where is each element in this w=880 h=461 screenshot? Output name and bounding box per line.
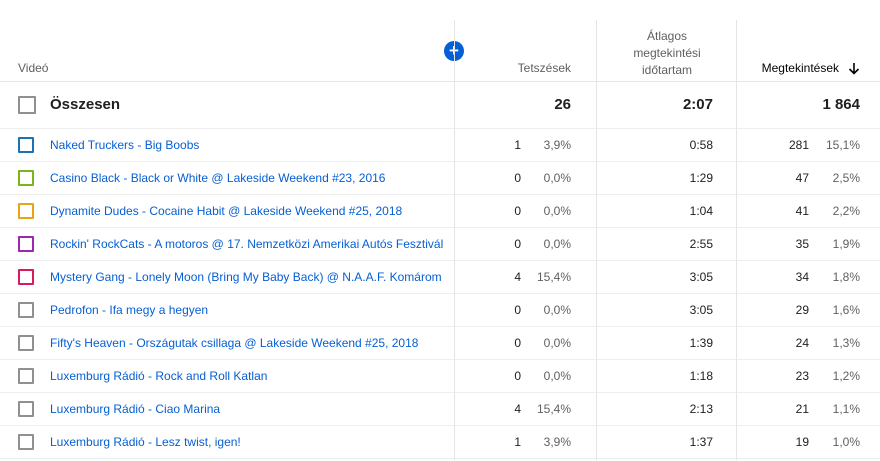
row-checkbox[interactable] <box>18 335 34 351</box>
table-row: Fifty's Heaven - Országutak csillaga @ L… <box>0 327 880 360</box>
video-title-link[interactable]: Luxemburg Rádió - Ciao Marina <box>50 402 448 416</box>
column-header-video: Videó <box>18 61 49 75</box>
likes-count: 0 <box>514 237 521 251</box>
table-row: Luxemburg Rádió - Rock and Roll Katlan 0 0… <box>0 360 880 393</box>
table-row: Luxemburg Rádió - Ciao Marina 4 15,4% 2:13 2… <box>0 393 880 426</box>
video-title-link[interactable]: Luxemburg Rádió - Rock and Roll Katlan <box>50 369 448 383</box>
likes-count: 0 <box>514 204 521 218</box>
video-title-link[interactable]: Mystery Gang - Lonely Moon (Bring My Bab… <box>50 270 448 284</box>
views-percent: 1,2% <box>832 369 860 383</box>
avg-view-duration: 1:37 <box>689 435 713 449</box>
likes-percent: 0,0% <box>543 336 571 350</box>
likes-percent: 15,4% <box>536 270 571 284</box>
likes-count: 0 <box>514 171 521 185</box>
likes-percent: 0,0% <box>543 171 571 185</box>
video-title-link[interactable]: Fifty's Heaven - Országutak csillaga @ L… <box>50 336 448 350</box>
column-header-views[interactable]: Megtekintések <box>762 61 860 75</box>
table-row: Casino Black - Black or White @ Lakeside… <box>0 162 880 195</box>
views-percent: 1,1% <box>832 402 860 416</box>
table-row: Mystery Gang - Lonely Moon (Bring My Bab… <box>0 261 880 294</box>
table-header: Videó + Tetszések Átlagos megtekintési i… <box>0 20 880 82</box>
views-count: 29 <box>795 303 809 317</box>
table-row: Rockin' RockCats - A motoros @ 17. Nemze… <box>0 228 880 261</box>
likes-percent: 3,9% <box>543 435 571 449</box>
column-header-avg-view-duration[interactable]: Átlagos megtekintési időtartam <box>597 28 737 79</box>
arrow-down-icon <box>848 62 860 75</box>
row-checkbox[interactable] <box>18 137 34 153</box>
row-checkbox[interactable] <box>18 269 34 285</box>
likes-count: 0 <box>514 336 521 350</box>
video-title-link[interactable]: Casino Black - Black or White @ Lakeside… <box>50 171 448 185</box>
likes-count: 0 <box>514 369 521 383</box>
column-divider <box>454 20 455 460</box>
views-count: 47 <box>795 171 809 185</box>
avg-view-duration: 3:05 <box>689 270 713 284</box>
likes-count: 1 <box>514 138 521 152</box>
views-count: 19 <box>795 435 809 449</box>
video-title-link[interactable]: Luxemburg Rádió - Lesz twist, igen! <box>50 435 448 449</box>
row-checkbox[interactable] <box>18 203 34 219</box>
table-row: Naked Truckers - Big Boobs 1 3,9% 0:58 281 15… <box>0 129 880 162</box>
avg-view-duration: 0:58 <box>689 138 713 152</box>
select-all-checkbox[interactable] <box>18 96 36 114</box>
column-divider <box>596 20 597 460</box>
row-checkbox[interactable] <box>18 401 34 417</box>
likes-count: 4 <box>514 402 521 416</box>
avg-view-duration: 2:13 <box>689 402 713 416</box>
avg-view-duration: 1:04 <box>689 204 713 218</box>
views-count: 24 <box>795 336 809 350</box>
total-row: Összesen 26 2:07 1 864 <box>0 82 880 129</box>
views-percent: 2,5% <box>832 171 860 185</box>
avg-view-duration: 1:39 <box>689 336 713 350</box>
views-percent: 2,2% <box>832 204 860 218</box>
row-checkbox[interactable] <box>18 368 34 384</box>
video-title-link[interactable]: Dynamite Dudes - Cocaine Habit @ Lakesid… <box>50 204 448 218</box>
views-count: 41 <box>795 204 809 218</box>
video-title-link[interactable]: Rockin' RockCats - A motoros @ 17. Nemze… <box>50 237 448 251</box>
views-percent: 1,9% <box>832 237 860 251</box>
views-count: 21 <box>795 402 809 416</box>
views-percent: 15,1% <box>825 138 860 152</box>
likes-count: 1 <box>514 435 521 449</box>
views-percent: 1,0% <box>832 435 860 449</box>
likes-percent: 0,0% <box>543 204 571 218</box>
row-checkbox[interactable] <box>18 434 34 450</box>
likes-percent: 0,0% <box>543 369 571 383</box>
column-header-likes[interactable]: Tetszések <box>518 61 571 75</box>
avg-view-duration: 2:55 <box>689 237 713 251</box>
row-checkbox[interactable] <box>18 170 34 186</box>
views-count: 281 <box>788 138 809 152</box>
likes-count: 4 <box>514 270 521 284</box>
table-row: Dynamite Dudes - Cocaine Habit @ Lakesid… <box>0 195 880 228</box>
avg-view-duration: 1:29 <box>689 171 713 185</box>
likes-percent: 0,0% <box>543 237 571 251</box>
table-row: Luxemburg Rádió - Lesz twist, igen! 1 3,9%… <box>0 426 880 459</box>
likes-count: 0 <box>514 303 521 317</box>
views-count: 34 <box>795 270 809 284</box>
likes-percent: 15,4% <box>536 402 571 416</box>
views-percent: 1,3% <box>832 336 860 350</box>
row-checkbox[interactable] <box>18 302 34 318</box>
views-percent: 1,8% <box>832 270 860 284</box>
total-avg-duration: 2:07 <box>682 96 713 113</box>
video-title-link[interactable]: Naked Truckers - Big Boobs <box>50 138 448 152</box>
total-views: 1 864 <box>822 96 860 113</box>
views-percent: 1,6% <box>832 303 860 317</box>
table-row: Pedrofon - Ifa megy a hegyen 0 0,0% 3:05 29 1… <box>0 294 880 327</box>
avg-view-duration: 1:18 <box>689 369 713 383</box>
total-label: Összesen <box>50 96 121 113</box>
analytics-table: Videó + Tetszések Átlagos megtekintési i… <box>0 20 880 460</box>
views-count: 23 <box>795 369 809 383</box>
video-title-link[interactable]: Pedrofon - Ifa megy a hegyen <box>50 303 448 317</box>
total-likes: 26 <box>554 96 571 113</box>
column-divider <box>736 20 737 460</box>
row-checkbox[interactable] <box>18 236 34 252</box>
views-count: 35 <box>795 237 809 251</box>
avg-view-duration: 3:05 <box>689 303 713 317</box>
likes-percent: 3,9% <box>543 138 571 152</box>
likes-percent: 0,0% <box>543 303 571 317</box>
video-rows: Naked Truckers - Big Boobs 1 3,9% 0:58 281 15… <box>0 129 880 459</box>
column-header-views-label: Megtekintések <box>761 61 839 75</box>
